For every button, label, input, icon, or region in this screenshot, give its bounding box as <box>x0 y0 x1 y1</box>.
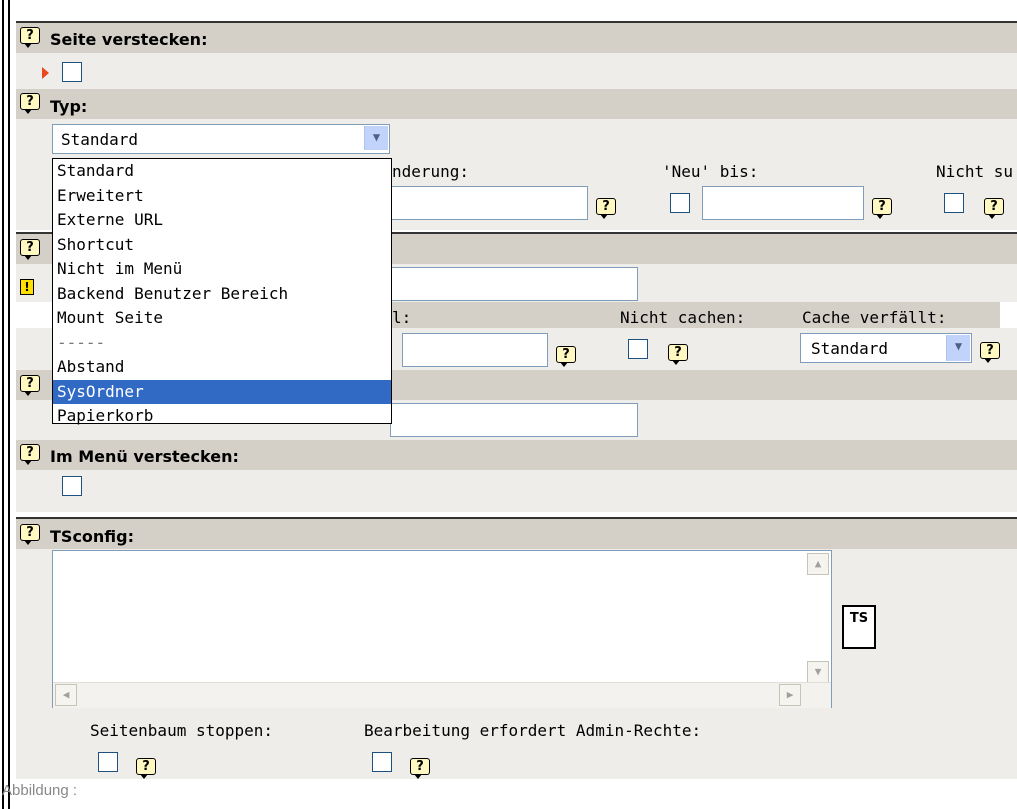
type-label: Typ: <box>50 97 88 116</box>
stop-tree-checkbox[interactable] <box>98 752 118 772</box>
help-icon[interactable]: ? <box>556 346 576 367</box>
help-icon[interactable]: ? <box>596 198 616 219</box>
help-icon[interactable]: ? <box>20 444 40 465</box>
changed-indicator-icon <box>42 67 49 79</box>
hide-in-menu-checkbox[interactable] <box>62 476 82 496</box>
help-icon[interactable]: ? <box>136 758 156 779</box>
not-search-checkbox[interactable] <box>944 193 964 213</box>
title-input[interactable] <box>390 267 638 301</box>
cache-partial-label: l: <box>392 308 412 327</box>
help-icon[interactable]: ? <box>20 524 40 545</box>
help-icon[interactable]: ? <box>872 198 892 219</box>
type-select-value: Standard <box>61 130 139 149</box>
subtitle-input[interactable] <box>390 403 638 437</box>
tsconfig-label: TSconfig: <box>50 527 135 546</box>
help-icon[interactable]: ? <box>980 342 1000 363</box>
dropdown-option[interactable]: Abstand <box>53 355 391 380</box>
help-icon[interactable]: ? <box>984 198 1004 219</box>
help-icon[interactable]: ? <box>668 344 688 365</box>
scroll-left-icon[interactable]: ◀ <box>55 684 77 706</box>
section-header-band <box>16 89 1017 119</box>
help-icon[interactable]: ? <box>20 375 40 396</box>
field-row-band <box>16 53 1017 89</box>
chevron-down-icon[interactable]: ▼ <box>364 126 388 150</box>
hide-in-menu-label: Im Menü verstecken: <box>50 447 239 466</box>
frame-border-left <box>2 0 4 809</box>
cache-expires-label: Cache verfällt: <box>802 308 947 327</box>
dropdown-option[interactable]: Standard <box>53 159 391 184</box>
admin-only-label: Bearbeitung erfordert Admin-Rechte: <box>364 721 702 740</box>
horizontal-scrollbar[interactable]: ◀ ▶ <box>53 682 831 708</box>
hide-page-checkbox[interactable] <box>62 62 82 82</box>
dropdown-option[interactable]: Nicht im Menü <box>53 257 391 282</box>
dropdown-option[interactable]: Papierkorb <box>53 404 391 429</box>
last-change-label: nderung: <box>392 162 470 181</box>
help-icon[interactable]: ? <box>20 93 40 114</box>
stop-tree-label: Seitenbaum stoppen: <box>90 721 274 740</box>
cache-expires-select[interactable]: Standard ▼ <box>800 333 972 363</box>
dropdown-separator: ----- <box>57 332 106 352</box>
dropdown-option[interactable]: Erweitert <box>53 184 391 209</box>
figure-caption: Abbildung : <box>2 782 78 799</box>
not-search-label: Nicht su <box>936 162 1014 181</box>
warning-icon: ! <box>20 279 34 295</box>
chevron-down-icon[interactable]: ▼ <box>946 335 970 361</box>
help-icon[interactable]: ? <box>20 239 40 260</box>
last-change-input[interactable] <box>390 186 588 220</box>
dropdown-option-selected[interactable]: SysOrdner <box>53 379 391 404</box>
no-cache-checkbox[interactable] <box>628 339 648 359</box>
cache-input[interactable] <box>402 333 548 367</box>
new-until-label: 'Neu' bis: <box>662 162 759 181</box>
hide-page-label: Seite verstecken: <box>50 30 208 49</box>
scroll-up-icon[interactable]: ▲ <box>807 553 829 575</box>
no-cache-label: Nicht cachen: <box>620 308 746 327</box>
scroll-down-icon[interactable]: ▼ <box>807 661 829 683</box>
help-icon[interactable]: ? <box>20 27 40 48</box>
help-icon[interactable]: ? <box>410 758 430 779</box>
ts-editor-button[interactable]: TS <box>842 605 876 649</box>
new-until-input[interactable] <box>702 186 864 220</box>
cache-expires-value: Standard <box>811 339 889 358</box>
dropdown-option[interactable]: Backend Benutzer Bereich <box>53 282 391 307</box>
type-select[interactable]: Standard ▼ <box>52 124 390 154</box>
frame-border-left-inner <box>8 0 10 809</box>
dropdown-option[interactable]: Shortcut <box>53 233 391 258</box>
field-row-band <box>16 470 1017 512</box>
new-until-checkbox[interactable] <box>670 193 690 213</box>
dropdown-option[interactable]: Mount Seite <box>53 306 391 331</box>
type-dropdown-list[interactable]: Standard Erweitert Externe URL Shortcut … <box>52 158 392 425</box>
admin-only-checkbox[interactable] <box>372 752 392 772</box>
tsconfig-textarea[interactable]: ▲ ▼ ◀ ▶ <box>52 550 832 708</box>
scroll-right-icon[interactable]: ▶ <box>779 684 801 706</box>
section-header-band <box>16 519 1017 549</box>
dropdown-option[interactable]: Externe URL <box>53 208 391 233</box>
